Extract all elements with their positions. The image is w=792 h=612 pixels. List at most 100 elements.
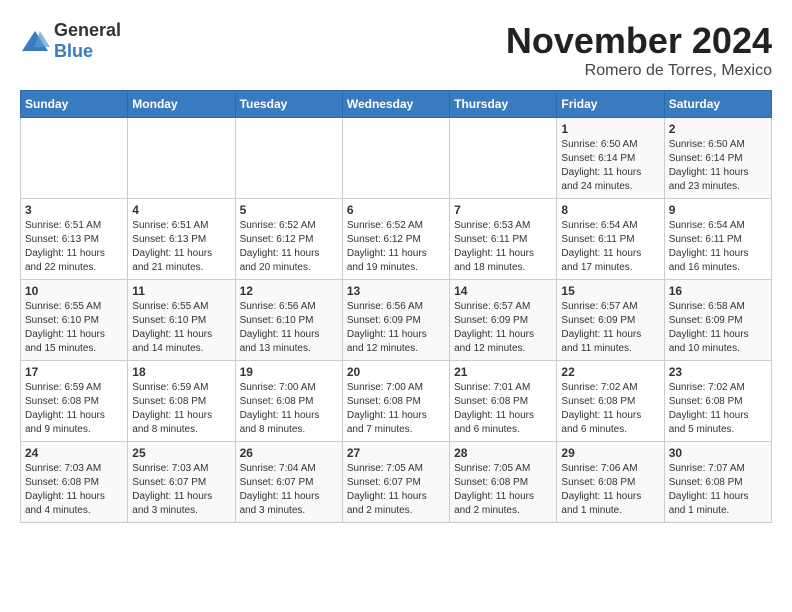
calendar-cell [450,118,557,199]
day-info: Sunrise: 6:58 AM Sunset: 6:09 PM Dayligh… [669,300,767,356]
calendar-cell: 18 Sunrise: 6:59 AM Sunset: 6:08 PM Dayli… [128,361,235,442]
calendar-cell: 1 Sunrise: 6:50 AM Sunset: 6:14 PM Daylig… [557,118,664,199]
day-number: 3 [25,203,123,217]
day-number: 18 [132,365,230,379]
calendar-cell: 23 Sunrise: 7:02 AM Sunset: 6:08 PM Dayli… [664,361,771,442]
day-info: Sunrise: 6:55 AM Sunset: 6:10 PM Dayligh… [25,300,123,356]
calendar-cell: 15 Sunrise: 6:57 AM Sunset: 6:09 PM Dayli… [557,280,664,361]
location-title: Romero de Torres, Mexico [506,62,772,80]
calendar-cell [21,118,128,199]
day-number: 17 [25,365,123,379]
day-number: 12 [240,284,338,298]
day-number: 29 [561,446,659,460]
calendar-cell: 10 Sunrise: 6:55 AM Sunset: 6:10 PM Dayli… [21,280,128,361]
day-number: 8 [561,203,659,217]
calendar-header-row: SundayMondayTuesdayWednesdayThursdayFrid… [21,91,772,118]
logo-general-text: General [54,20,121,40]
day-info: Sunrise: 6:59 AM Sunset: 6:08 PM Dayligh… [132,381,230,437]
day-number: 19 [240,365,338,379]
day-number: 22 [561,365,659,379]
calendar-cell: 4 Sunrise: 6:51 AM Sunset: 6:13 PM Daylig… [128,199,235,280]
month-title: November 2024 [506,20,772,62]
calendar-cell [342,118,449,199]
day-number: 10 [25,284,123,298]
day-number: 21 [454,365,552,379]
day-info: Sunrise: 7:02 AM Sunset: 6:08 PM Dayligh… [561,381,659,437]
calendar-cell: 12Sunrise: 6:56 AM Sunset: 6:10 PM Dayli… [235,280,342,361]
day-number: 27 [347,446,445,460]
day-info: Sunrise: 6:57 AM Sunset: 6:09 PM Dayligh… [561,300,659,356]
calendar-header-cell: Thursday [450,91,557,118]
calendar-header-cell: Monday [128,91,235,118]
day-info: Sunrise: 6:50 AM Sunset: 6:14 PM Dayligh… [561,138,659,194]
day-info: Sunrise: 6:54 AM Sunset: 6:11 PM Dayligh… [669,219,767,275]
day-number: 30 [669,446,767,460]
day-info: Sunrise: 7:04 AM Sunset: 6:07 PM Dayligh… [240,462,338,518]
calendar-cell: 22 Sunrise: 7:02 AM Sunset: 6:08 PM Dayli… [557,361,664,442]
calendar-cell: 17 Sunrise: 6:59 AM Sunset: 6:08 PM Dayli… [21,361,128,442]
day-info: Sunrise: 6:51 AM Sunset: 6:13 PM Dayligh… [132,219,230,275]
header: General Blue November 2024 Romero de Tor… [20,20,772,80]
day-info: Sunrise: 7:02 AM Sunset: 6:08 PM Dayligh… [669,381,767,437]
day-info: Sunrise: 7:00 AM Sunset: 6:08 PM Dayligh… [347,381,445,437]
calendar-cell [128,118,235,199]
day-number: 6 [347,203,445,217]
calendar-cell: 29 Sunrise: 7:06 AM Sunset: 6:08 PM Dayli… [557,442,664,523]
calendar-week-row: 17 Sunrise: 6:59 AM Sunset: 6:08 PM Dayli… [21,361,772,442]
day-info: Sunrise: 6:51 AM Sunset: 6:13 PM Dayligh… [25,219,123,275]
day-info: Sunrise: 6:54 AM Sunset: 6:11 PM Dayligh… [561,219,659,275]
day-info: Sunrise: 7:01 AM Sunset: 6:08 PM Dayligh… [454,381,552,437]
calendar-cell: 20 Sunrise: 7:00 AM Sunset: 6:08 PM Dayli… [342,361,449,442]
calendar-header-cell: Friday [557,91,664,118]
day-info: Sunrise: 6:53 AM Sunset: 6:11 PM Dayligh… [454,219,552,275]
day-info: Sunrise: 7:05 AM Sunset: 6:08 PM Dayligh… [454,462,552,518]
calendar-cell: 28 Sunrise: 7:05 AM Sunset: 6:08 PM Dayli… [450,442,557,523]
day-info: Sunrise: 7:03 AM Sunset: 6:07 PM Dayligh… [132,462,230,518]
day-number: 4 [132,203,230,217]
day-number: 25 [132,446,230,460]
day-number: 13 [347,284,445,298]
calendar-week-row: 10 Sunrise: 6:55 AM Sunset: 6:10 PM Dayli… [21,280,772,361]
day-number: 9 [669,203,767,217]
calendar-cell: 5 Sunrise: 6:52 AM Sunset: 6:12 PM Daylig… [235,199,342,280]
calendar-cell: 13Sunrise: 6:56 AM Sunset: 6:09 PM Dayli… [342,280,449,361]
logo-blue-text: Blue [54,41,93,61]
day-number: 28 [454,446,552,460]
day-info: Sunrise: 7:00 AM Sunset: 6:08 PM Dayligh… [240,381,338,437]
calendar-cell [235,118,342,199]
calendar-cell: 2Sunrise: 6:50 AM Sunset: 6:14 PM Daylig… [664,118,771,199]
day-number: 1 [561,122,659,136]
day-number: 15 [561,284,659,298]
calendar-cell: 25 Sunrise: 7:03 AM Sunset: 6:07 PM Dayli… [128,442,235,523]
calendar-cell: 6 Sunrise: 6:52 AM Sunset: 6:12 PM Daylig… [342,199,449,280]
day-info: Sunrise: 7:06 AM Sunset: 6:08 PM Dayligh… [561,462,659,518]
day-number: 26 [240,446,338,460]
logo: General Blue [20,20,121,62]
day-number: 24 [25,446,123,460]
calendar-cell: 7Sunrise: 6:53 AM Sunset: 6:11 PM Daylig… [450,199,557,280]
day-info: Sunrise: 6:55 AM Sunset: 6:10 PM Dayligh… [132,300,230,356]
day-number: 23 [669,365,767,379]
day-info: Sunrise: 6:59 AM Sunset: 6:08 PM Dayligh… [25,381,123,437]
calendar-cell: 19 Sunrise: 7:00 AM Sunset: 6:08 PM Dayli… [235,361,342,442]
day-number: 11 [132,284,230,298]
calendar-cell: 16Sunrise: 6:58 AM Sunset: 6:09 PM Dayli… [664,280,771,361]
calendar-cell: 9 Sunrise: 6:54 AM Sunset: 6:11 PM Daylig… [664,199,771,280]
calendar-cell: 30Sunrise: 7:07 AM Sunset: 6:08 PM Dayli… [664,442,771,523]
calendar-cell: 24 Sunrise: 7:03 AM Sunset: 6:08 PM Dayli… [21,442,128,523]
calendar-cell: 8 Sunrise: 6:54 AM Sunset: 6:11 PM Daylig… [557,199,664,280]
day-info: Sunrise: 7:05 AM Sunset: 6:07 PM Dayligh… [347,462,445,518]
calendar-cell: 27 Sunrise: 7:05 AM Sunset: 6:07 PM Dayli… [342,442,449,523]
title-area: November 2024 Romero de Torres, Mexico [506,20,772,80]
day-info: Sunrise: 6:52 AM Sunset: 6:12 PM Dayligh… [240,219,338,275]
calendar-header-cell: Saturday [664,91,771,118]
day-info: Sunrise: 7:03 AM Sunset: 6:08 PM Dayligh… [25,462,123,518]
day-info: Sunrise: 6:50 AM Sunset: 6:14 PM Dayligh… [669,138,767,194]
day-number: 5 [240,203,338,217]
calendar-header-cell: Tuesday [235,91,342,118]
calendar-week-row: 1 Sunrise: 6:50 AM Sunset: 6:14 PM Daylig… [21,118,772,199]
calendar-cell: 21 Sunrise: 7:01 AM Sunset: 6:08 PM Dayli… [450,361,557,442]
calendar-cell: 3 Sunrise: 6:51 AM Sunset: 6:13 PM Daylig… [21,199,128,280]
day-info: Sunrise: 6:52 AM Sunset: 6:12 PM Dayligh… [347,219,445,275]
day-number: 20 [347,365,445,379]
